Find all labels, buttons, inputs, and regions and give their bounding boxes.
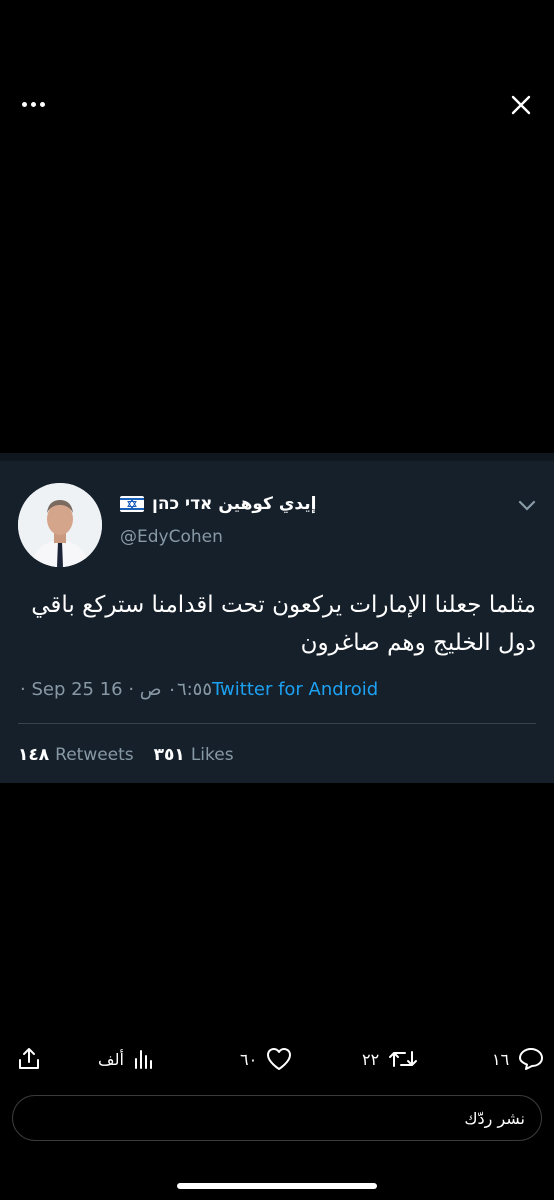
like-count: ٦٠ xyxy=(240,1049,258,1069)
tweet-source-link[interactable]: Twitter for Android xyxy=(212,679,378,700)
retweet-button[interactable]: ٢٢ xyxy=(362,1042,419,1076)
retweets-stat[interactable]: ١٤٨ Retweets xyxy=(18,745,134,765)
author-name-row: إيدي كوهين אדי כהן xyxy=(120,491,316,517)
reply-placeholder: نشر ردّك xyxy=(464,1108,525,1128)
reply-input[interactable]: نشر ردّك xyxy=(12,1095,542,1141)
views-icon xyxy=(134,1050,152,1069)
divider xyxy=(18,723,536,724)
author-handle[interactable]: @EdyCohen xyxy=(120,527,223,547)
retweets-label: Retweets xyxy=(55,745,134,765)
views-count: ألف xyxy=(98,1049,124,1069)
more-icon[interactable] xyxy=(22,94,46,114)
retweet-count: ٢٢ xyxy=(362,1049,380,1069)
likes-label: Likes xyxy=(190,745,234,765)
retweets-count: ١٤٨ xyxy=(18,745,50,765)
tweet-stats: ١٤٨ Retweets ٣٥١ Likes xyxy=(18,745,234,765)
media-viewer-topbar xyxy=(0,88,554,122)
share-icon xyxy=(19,1048,39,1069)
views-button[interactable]: ألف xyxy=(98,1042,156,1076)
chevron-down-icon[interactable] xyxy=(518,497,536,511)
tweet-meta: · Sep 25 16 · ٠٦:٥٥ ص Twitter for Androi… xyxy=(20,679,378,700)
likes-stat[interactable]: ٣٥١ Likes xyxy=(154,745,234,765)
reply-count: ١٦ xyxy=(492,1049,510,1069)
retweet-icon xyxy=(389,1051,418,1067)
author-display-name[interactable]: إيدي كوهين אדי כהן xyxy=(152,494,316,514)
share-button[interactable] xyxy=(16,1042,42,1076)
israel-flag-icon xyxy=(120,496,144,512)
like-button[interactable]: ٦٠ xyxy=(240,1042,293,1076)
reply-button[interactable]: ١٦ xyxy=(492,1042,545,1076)
tweet-text: مثلما جعلنا الإمارات يركعون تحت اقدامنا … xyxy=(31,592,536,656)
tweet-card: إيدي كوهين אדי כהן @EdyCohen مثلما جعلنا… xyxy=(0,453,554,783)
likes-count: ٣٥١ xyxy=(153,745,185,765)
reply-icon xyxy=(519,1048,544,1070)
avatar[interactable] xyxy=(18,483,102,567)
home-indicator xyxy=(177,1183,377,1189)
tweet-timestamp: · Sep 25 16 · ٠٦:٥٥ ص xyxy=(20,679,213,700)
action-bar: ألف ٦٠ ٢٢ ١٦ xyxy=(0,1042,554,1076)
close-icon[interactable] xyxy=(510,94,532,116)
heart-icon xyxy=(267,1048,292,1070)
